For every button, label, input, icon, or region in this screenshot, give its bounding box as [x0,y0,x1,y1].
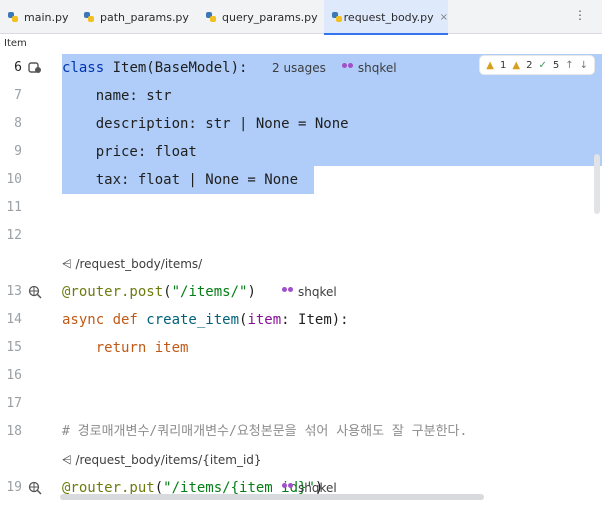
string-literal: "/items/" [171,284,248,300]
route-hint[interactable]: ⩤ /request_body/items/ [62,250,202,278]
code-line-14[interactable]: async def create_item(item: Item): [62,306,349,334]
line-number: 19 [6,480,22,495]
function-name: create_item [137,312,240,328]
code-line-6[interactable]: class Item(BaseModel): [62,54,247,82]
line-number: 6 [14,60,22,75]
python-file-icon [8,12,18,22]
route-path: /request_body/items/ [75,257,203,271]
tab-label: main.py [24,10,69,24]
line-number: 12 [6,228,22,243]
python-file-icon [206,12,216,22]
line-number: 9 [14,144,22,159]
horizontal-scrollbar[interactable] [60,494,484,500]
route-path: /request_body/items/{item_id} [75,453,262,467]
weak-warning-count: 2 [526,59,533,71]
keyword: return [62,340,147,356]
tab-label: query_params.py [222,10,318,24]
keyword: async def [62,312,138,328]
code-text: : Item): [281,312,349,328]
code-area[interactable]: class Item(BaseModel): 2 usages shqkel n… [62,54,602,506]
tab-request-body-py[interactable]: request_body.py × [324,0,448,35]
usages-hint[interactable]: 2 usages shqkel [272,54,397,82]
code-line-7[interactable]: name: str [62,82,172,110]
code-line-10[interactable]: tax: float | None = None [62,166,298,194]
endpoint-icon[interactable] [28,481,42,495]
keyword: class [62,60,105,76]
inspection-widget[interactable]: ▲ 1 ▲ 2 ✓ 5 ↑ ↓ [480,56,594,74]
line-number: 7 [14,88,22,103]
code-line-18[interactable]: # 경로매개변수/쿼리매개변수/요청본문을 섞어 사용해도 잘 구분한다. [62,418,467,446]
python-file-icon [332,12,342,22]
vertical-scrollbar[interactable] [594,154,600,214]
code-line-9[interactable]: price: float [62,138,197,166]
tab-path-params-py[interactable]: path_params.py [84,0,202,34]
close-tab-icon[interactable]: × [440,12,448,23]
code-line-8[interactable]: description: str | None = None [62,110,349,138]
line-number: 16 [6,368,22,383]
route-hint[interactable]: ⩤ /request_body/items/{item_id} [62,446,262,474]
share-icon: ⩤ [62,257,72,271]
more-tabs-icon[interactable]: ⋮ [574,8,586,22]
usages-count: 2 usages [272,61,326,75]
typo-icon: ✓ [538,59,547,71]
code-text: ) [247,284,256,300]
author-name: shqkel [357,61,397,75]
code-text: Item(BaseModel): [104,60,248,76]
next-problem-icon[interactable]: ↓ [580,60,588,71]
warning-icon: ▲ [486,59,494,71]
tab-label: request_body.py [343,10,434,24]
code-text: ( [163,284,172,300]
endpoint-icon[interactable] [28,285,42,299]
author-icon [282,287,294,297]
line-number: 17 [6,396,22,411]
parameter: item [247,312,282,328]
class-usages-icon[interactable] [28,61,42,75]
editor-tab-bar: main.py path_params.py query_params.py r… [0,0,602,35]
author-hint[interactable]: shqkel [282,278,337,306]
breadcrumb[interactable]: Item [4,38,27,49]
code-line-13[interactable]: @router.post("/items/") [62,278,256,306]
line-number: 8 [14,116,22,131]
decorator: @router.post [62,284,164,300]
line-number: 15 [6,340,22,355]
line-number: 14 [6,312,22,327]
warning-count: 1 [500,59,507,71]
previous-problem-icon[interactable]: ↑ [565,60,573,71]
line-number: 10 [6,172,22,187]
author-icon [341,63,354,73]
line-number: 18 [6,424,22,439]
line-number: 13 [6,284,22,299]
code-line-15[interactable]: return item [62,334,189,362]
share-icon: ⩤ [62,453,72,467]
line-number: 11 [6,200,22,215]
tab-label: path_params.py [100,10,189,24]
tab-query-params-py[interactable]: query_params.py [206,0,324,34]
tab-main-py[interactable]: main.py [4,0,80,34]
code-text: item [146,340,189,356]
line-number-gutter: 6 7 8 9 10 11 12 13 14 15 16 17 18 19 [0,54,58,506]
author-name: shqkel [298,285,337,299]
typo-count: 5 [552,59,560,71]
python-file-icon [84,12,94,22]
code-editor[interactable]: 6 7 8 9 10 11 12 13 14 15 16 17 18 19 cl… [0,54,602,506]
author-icon [282,483,294,493]
weak-warning-icon: ▲ [512,59,521,71]
